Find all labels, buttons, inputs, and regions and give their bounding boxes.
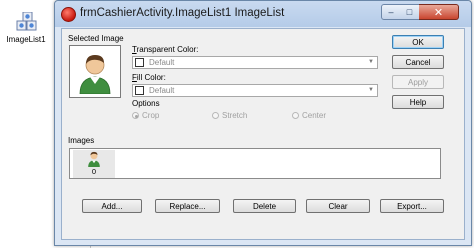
clear-button[interactable]: Clear <box>306 199 370 213</box>
color-swatch <box>135 58 144 67</box>
radio-label: Crop <box>142 111 160 120</box>
export-button[interactable]: Export... <box>380 199 444 213</box>
options-label: Options <box>132 99 160 108</box>
cancel-button[interactable]: Cancel <box>392 55 444 69</box>
chevron-down-icon: ▼ <box>368 59 374 65</box>
fill-color-combo[interactable]: Default ▼ <box>132 84 378 97</box>
radio-label: Stretch <box>222 111 248 120</box>
add-button[interactable]: Add... <box>82 199 142 213</box>
minimize-button[interactable]: – <box>381 4 401 20</box>
radio-crop[interactable]: Crop <box>132 111 159 120</box>
maximize-button[interactable]: □ <box>400 4 420 20</box>
chevron-down-icon: ▼ <box>368 87 374 93</box>
image-index: 0 <box>91 167 97 176</box>
color-swatch <box>135 86 144 95</box>
radio-stretch[interactable]: Stretch <box>212 111 247 120</box>
images-list[interactable]: 0 <box>69 148 441 179</box>
person-icon <box>79 54 111 94</box>
help-button[interactable]: Help <box>392 95 444 109</box>
component-label: ImageList1 <box>6 35 46 44</box>
radio-dot <box>212 112 219 119</box>
radio-center[interactable]: Center <box>292 111 326 120</box>
radio-dot <box>292 112 299 119</box>
radio-dot <box>132 112 139 119</box>
imagelist-component-icon <box>14 11 38 34</box>
options-group: Options Crop Stretch Center <box>132 99 378 125</box>
component-tray-item[interactable]: ImageList1 <box>0 11 52 44</box>
transparent-color-label: Transparent Color: <box>132 45 199 54</box>
person-icon <box>88 151 100 167</box>
window-title: frmCashierActivity.ImageList1 ImageList <box>80 7 285 19</box>
replace-button[interactable]: Replace... <box>155 199 220 213</box>
selected-image-preview <box>69 45 121 98</box>
fill-color-value: Default <box>149 86 175 95</box>
app-icon <box>61 7 76 22</box>
close-button[interactable]: ✕ <box>419 4 459 20</box>
ok-button[interactable]: OK <box>392 35 444 49</box>
dialog-client: Selected Image Transparent Color: Defaul… <box>61 28 465 240</box>
radio-label: Center <box>302 111 327 120</box>
title-bar[interactable]: frmCashierActivity.ImageList1 ImageList … <box>55 1 471 27</box>
images-label: Images <box>68 136 95 145</box>
transparent-color-combo[interactable]: Default ▼ <box>132 56 378 69</box>
fill-color-label: Fill Color: <box>132 73 166 82</box>
transparent-color-value: Default <box>149 58 175 67</box>
image-thumbnail[interactable]: 0 <box>73 150 115 178</box>
selected-image-label: Selected Image <box>68 34 124 43</box>
imagelist-dialog: frmCashierActivity.ImageList1 ImageList … <box>54 0 472 246</box>
apply-button[interactable]: Apply <box>392 75 444 89</box>
delete-button[interactable]: Delete <box>233 199 296 213</box>
